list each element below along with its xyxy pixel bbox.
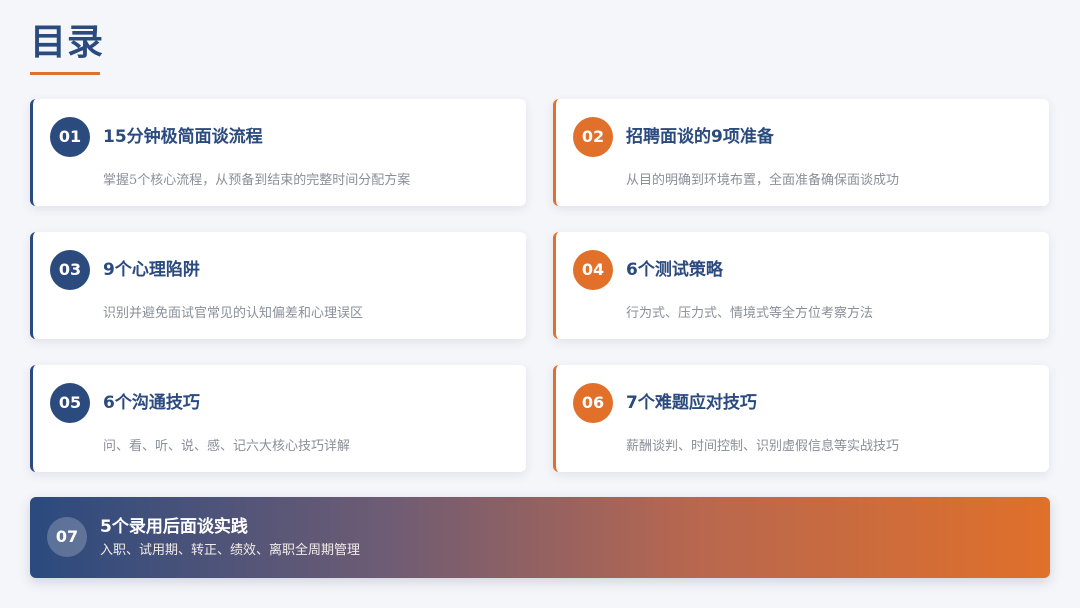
banner-description: 入职、试用期、转正、绩效、离职全周期管理 bbox=[100, 543, 361, 558]
item-description: 行为式、压力式、情境式等全方位考察方法 bbox=[626, 306, 874, 321]
item-number-badge: 04 bbox=[573, 250, 613, 290]
toc-item-05[interactable]: 05 6个沟通技巧 问、看、听、说、感、记六大核心技巧详解 bbox=[30, 365, 526, 472]
item-number-badge: 05 bbox=[50, 383, 90, 423]
toc-item-03[interactable]: 03 9个心理陷阱 识别并避免面试官常见的认知偏差和心理误区 bbox=[30, 232, 526, 339]
toc-item-06[interactable]: 06 7个难题应对技巧 薪酬谈判、时间控制、识别虚假信息等实战技巧 bbox=[553, 365, 1049, 472]
banner-title: 5个录用后面谈实践 bbox=[100, 517, 248, 537]
item-description: 掌握5个核心流程，从预备到结束的完整时间分配方案 bbox=[103, 173, 411, 188]
item-title: 6个沟通技巧 bbox=[103, 393, 200, 413]
item-number-badge: 03 bbox=[50, 250, 90, 290]
page-title: 目录 bbox=[30, 22, 105, 63]
item-title: 7个难题应对技巧 bbox=[626, 393, 757, 413]
item-description: 薪酬谈判、时间控制、识别虚假信息等实战技巧 bbox=[626, 439, 900, 454]
item-description: 问、看、听、说、感、记六大核心技巧详解 bbox=[103, 439, 351, 454]
item-number-badge: 01 bbox=[50, 117, 90, 157]
item-number-badge: 02 bbox=[573, 117, 613, 157]
item-title: 招聘面谈的9项准备 bbox=[626, 127, 774, 147]
item-number-badge: 06 bbox=[573, 383, 613, 423]
toc-item-07-banner[interactable]: 07 5个录用后面谈实践 入职、试用期、转正、绩效、离职全周期管理 bbox=[30, 497, 1050, 578]
item-title: 6个测试策略 bbox=[626, 260, 723, 280]
item-title: 15分钟极简面谈流程 bbox=[103, 127, 263, 147]
item-number-badge: 07 bbox=[47, 517, 87, 557]
toc-item-02[interactable]: 02 招聘面谈的9项准备 从目的明确到环境布置，全面准备确保面谈成功 bbox=[553, 99, 1049, 206]
item-title: 9个心理陷阱 bbox=[103, 260, 200, 280]
title-underline bbox=[30, 72, 100, 75]
toc-item-04[interactable]: 04 6个测试策略 行为式、压力式、情境式等全方位考察方法 bbox=[553, 232, 1049, 339]
item-description: 从目的明确到环境布置，全面准备确保面谈成功 bbox=[626, 173, 900, 188]
toc-item-01[interactable]: 01 15分钟极简面谈流程 掌握5个核心流程，从预备到结束的完整时间分配方案 bbox=[30, 99, 526, 206]
item-description: 识别并避免面试官常见的认知偏差和心理误区 bbox=[103, 306, 364, 321]
